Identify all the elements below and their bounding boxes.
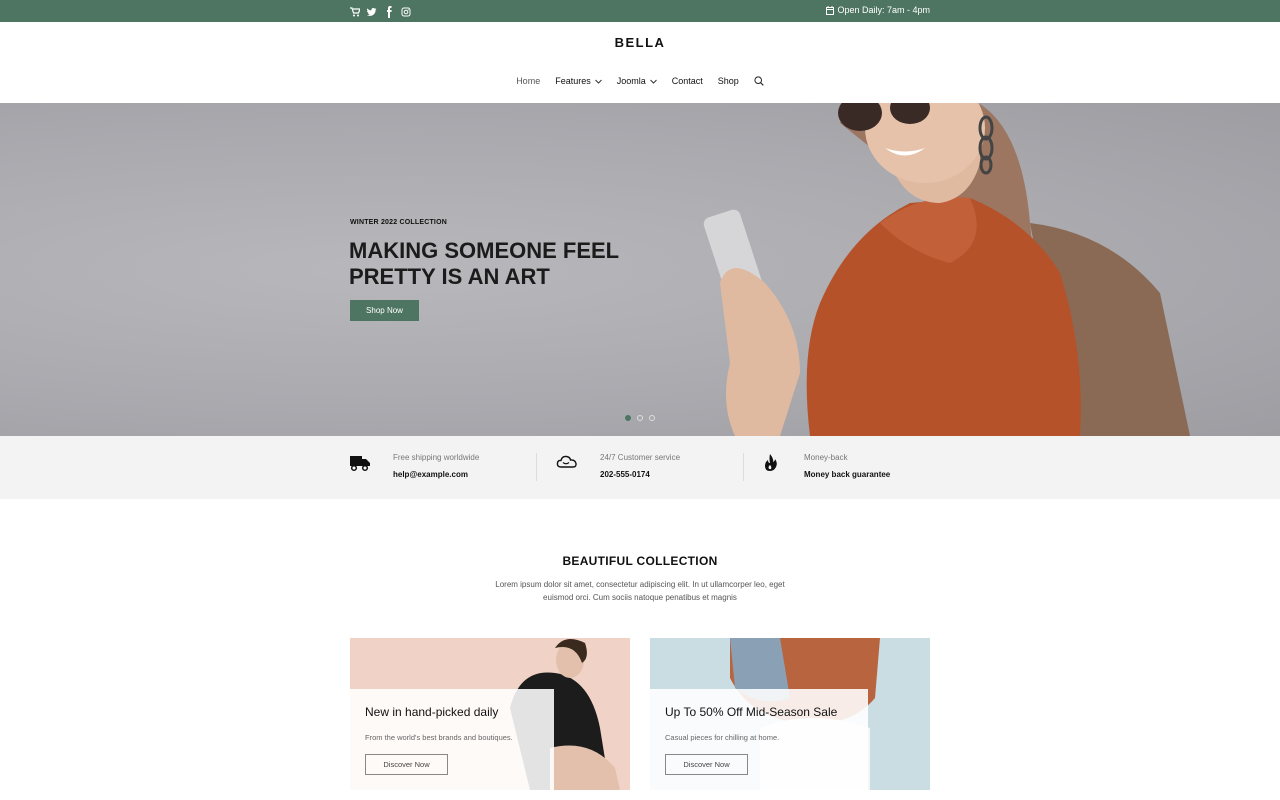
cloud-icon [556, 455, 577, 468]
slider-dot[interactable] [625, 415, 631, 421]
flame-icon [765, 454, 777, 471]
slider-dot[interactable] [637, 415, 643, 421]
feature-shipping: Free shipping worldwide help@example.com [349, 453, 479, 479]
feature-moneyback: Money-back Money back guarantee [760, 453, 890, 479]
feature-service: 24/7 Customer service 202-555-0174 [556, 453, 680, 479]
features-strip: Free shipping worldwide help@example.com… [0, 436, 1280, 499]
hero-headline: MAKING SOMEONE FEEL PRETTY IS AN ART [349, 238, 619, 289]
nav-label: Features [555, 76, 591, 86]
feature-title: Free shipping worldwide [393, 453, 480, 462]
hero-model-image [703, 103, 1190, 436]
slider-dots [625, 415, 655, 421]
nav-joomla[interactable]: Joomla [617, 76, 657, 86]
shop-now-button[interactable]: Shop Now [350, 300, 419, 321]
nav-label: Contact [671, 76, 703, 86]
site-logo[interactable]: BELLA [0, 35, 1280, 50]
feature-value: Money back guarantee [804, 470, 891, 479]
section-title: BEAUTIFUL COLLECTION [562, 554, 718, 568]
nav-shop[interactable]: Shop [718, 76, 739, 86]
promo-card-new[interactable]: New in hand-picked daily From the world'… [350, 638, 630, 790]
facebook-icon[interactable] [384, 5, 394, 18]
hours-text: Open Daily: 7am - 4pm [837, 5, 930, 15]
slider-dot[interactable] [649, 415, 655, 421]
promo-card-title: Up To 50% Off Mid-Season Sale [665, 705, 838, 719]
instagram-icon[interactable] [401, 5, 411, 17]
feature-title: Money-back [804, 453, 848, 462]
main-nav: Home Features Joomla Contact Shop [0, 76, 1280, 86]
nav-label: Joomla [616, 76, 646, 86]
section-description: Lorem ipsum dolor sit amet, consectetur … [495, 580, 785, 602]
promo-card-desc: From the world's best brands and boutiqu… [365, 733, 513, 742]
social-links [350, 5, 411, 18]
nav-home[interactable]: Home [516, 76, 540, 86]
promo-card-desc: Casual pieces for chilling at home. [665, 733, 780, 742]
nav-label: Shop [717, 76, 739, 86]
discover-now-button[interactable]: Discover Now [665, 754, 748, 775]
chevron-down-icon [594, 79, 602, 84]
discover-now-button[interactable]: Discover Now [365, 754, 448, 775]
cart-icon[interactable] [350, 5, 361, 17]
divider [536, 453, 537, 481]
chevron-down-icon [649, 79, 657, 84]
nav-features[interactable]: Features [555, 76, 602, 86]
search-button[interactable] [754, 76, 764, 86]
nav-contact[interactable]: Contact [672, 76, 703, 86]
feature-value: 202-555-0174 [600, 470, 650, 479]
search-icon [754, 76, 764, 86]
opening-hours: Open Daily: 7am - 4pm [826, 5, 930, 15]
truck-icon [350, 456, 370, 472]
hero-eyebrow: WINTER 2022 COLLECTION [350, 219, 447, 226]
nav-label: Home [516, 76, 541, 86]
feature-title: 24/7 Customer service [600, 453, 681, 462]
feature-value: help@example.com [393, 470, 468, 479]
calendar-icon [826, 5, 835, 15]
divider [743, 453, 744, 481]
hero-slider: WINTER 2022 COLLECTION MAKING SOMEONE FE… [0, 103, 1280, 436]
top-bar: Open Daily: 7am - 4pm [0, 0, 1280, 22]
promo-card-title: New in hand-picked daily [365, 705, 499, 719]
twitter-icon[interactable] [367, 5, 377, 17]
promo-card-sale[interactable]: Up To 50% Off Mid-Season Sale Casual pie… [650, 638, 930, 790]
